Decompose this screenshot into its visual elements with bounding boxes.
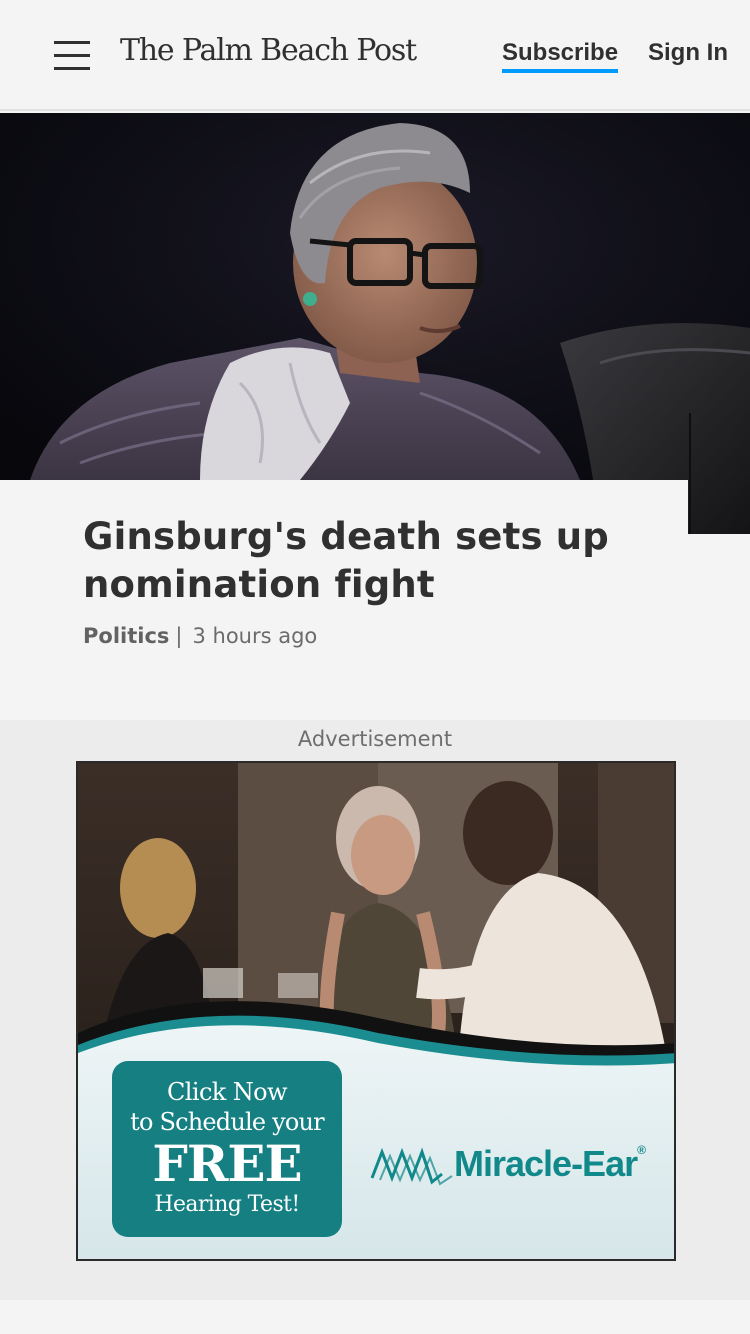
site-header: The Palm Beach Post Subscribe Sign In (0, 0, 750, 111)
hero-image[interactable] (0, 113, 750, 534)
hamburger-menu-icon[interactable] (54, 40, 90, 72)
menu-line (54, 67, 90, 70)
meta-separator: | (175, 624, 183, 648)
ad-cta-free: FREE (152, 1134, 302, 1193)
ad-banner[interactable]: Click Now to Schedule your FREE Hearing … (76, 761, 676, 1261)
page-bottom (0, 1300, 750, 1334)
article-timestamp: 3 hours ago (192, 624, 318, 648)
article-meta: Politics | 3 hours ago (83, 624, 317, 648)
ad-cta-button[interactable]: Click Now to Schedule your FREE Hearing … (112, 1061, 342, 1237)
article-category[interactable]: Politics (83, 624, 169, 648)
sign-in-link[interactable]: Sign In (648, 40, 728, 66)
menu-line (54, 54, 90, 57)
ad-label: Advertisement (297, 727, 453, 751)
site-logo[interactable]: The Palm Beach Post (120, 33, 417, 68)
ad-brand-name: Miracle-Ear® (454, 1143, 646, 1185)
ad-cta-line: to Schedule your (130, 1108, 325, 1136)
registered-mark: ® (637, 1143, 646, 1157)
wave-logo-icon (370, 1147, 453, 1186)
ad-cta-line: Click Now (167, 1078, 288, 1106)
ad-cta-line: Hearing Test! (154, 1192, 300, 1217)
brand-text: Miracle-Ear (454, 1143, 638, 1184)
menu-line (54, 41, 90, 44)
article-headline[interactable]: Ginsburg's death sets up nomination figh… (83, 513, 683, 609)
subscribe-link[interactable]: Subscribe (502, 40, 619, 73)
